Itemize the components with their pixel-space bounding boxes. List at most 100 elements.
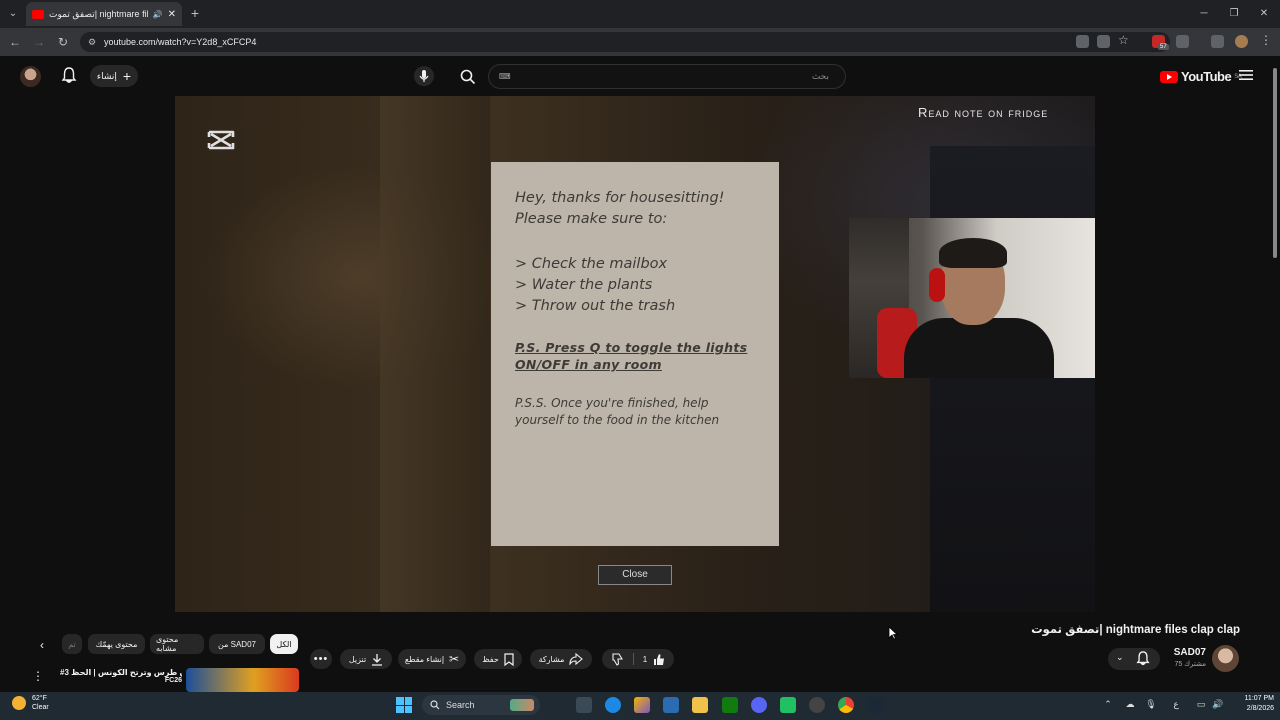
copilot-icon[interactable]: [634, 697, 650, 713]
xbox-icon[interactable]: [722, 697, 738, 713]
scrollbar-thumb[interactable]: [1273, 68, 1277, 258]
download-button[interactable]: تنزيل: [340, 649, 392, 669]
related-video-title[interactable]: #3 بدون طرس وترتح الكونس | الحظ FC26: [60, 668, 182, 684]
obs-icon[interactable]: [809, 697, 825, 713]
windows-start-icon[interactable]: [396, 697, 412, 713]
volume-icon[interactable]: 🔊: [1212, 698, 1224, 710]
reading-list-icon[interactable]: [1211, 35, 1224, 48]
note-greeting-line1: Hey, thanks for housesitting!: [515, 190, 725, 206]
taskbar-search-label: Search: [446, 700, 475, 710]
taskbar-search-box[interactable]: Search: [422, 695, 540, 715]
channel-avatar[interactable]: [1212, 645, 1239, 672]
note-ps-line2: ON/OFF in any room: [515, 357, 662, 372]
note-task: > Throw out the trash: [515, 298, 676, 314]
youtube-favicon-icon: [32, 9, 44, 19]
notifications-bell-icon[interactable]: [61, 67, 77, 84]
tray-chevron-up-icon[interactable]: ⌃: [1102, 698, 1114, 710]
create-button[interactable]: إنشاء +: [90, 65, 138, 87]
search-input[interactable]: ⌨ بحث: [488, 64, 846, 89]
account-avatar[interactable]: [20, 66, 41, 87]
profile-avatar-icon[interactable]: [1235, 35, 1248, 48]
minimize-icon[interactable]: ─: [1196, 6, 1212, 22]
create-label: إنشاء: [96, 70, 117, 81]
chip-all[interactable]: الكل: [270, 634, 298, 654]
search-placeholder: بحث: [811, 71, 829, 81]
task-view-icon[interactable]: [576, 697, 592, 713]
page-scrollbar[interactable]: [1270, 56, 1280, 692]
weather-widget[interactable]: 62°F Clear: [12, 694, 49, 712]
speaker-icon[interactable]: 🔊: [153, 10, 163, 19]
reload-icon[interactable]: ↻: [55, 34, 71, 50]
bookmark-icon: [504, 652, 514, 666]
url-text: youtube.com/watch?v=Y2d8_xCFCP4: [104, 37, 257, 47]
related-video-thumbnail[interactable]: [186, 668, 299, 692]
like-dislike-group: 1: [602, 649, 674, 669]
like-icon[interactable]: [652, 653, 665, 666]
bell-icon: [1136, 651, 1150, 666]
share-button[interactable]: مشاركة: [530, 649, 592, 669]
network-icon[interactable]: ▭: [1195, 698, 1207, 710]
share-icon: [569, 653, 584, 665]
chip-related[interactable]: محتوى مشابه: [150, 634, 204, 654]
note-ps-line1: P.S. Press Q to toggle the lights: [515, 340, 748, 355]
dislike-icon[interactable]: [611, 652, 624, 666]
subscription-bell-button[interactable]: ⌄: [1108, 648, 1160, 670]
maximize-icon[interactable]: ❐: [1226, 6, 1242, 22]
voice-search-mic-icon[interactable]: [414, 66, 434, 86]
store-icon[interactable]: [663, 697, 679, 713]
extensions-puzzle-icon[interactable]: [1176, 35, 1189, 48]
chips-prev-icon[interactable]: ‹: [40, 638, 44, 652]
site-info-icon[interactable]: ⚙: [88, 37, 96, 48]
back-arrow-icon[interactable]: ←: [7, 34, 23, 50]
cast-icon[interactable]: [1097, 35, 1110, 48]
onedrive-cloud-icon[interactable]: ☁: [1124, 698, 1136, 710]
fridge-note-panel: Hey, thanks for housesitting! Please mak…: [491, 162, 779, 546]
webcam-person-hair: [939, 238, 1007, 268]
youtube-play-icon: [1160, 70, 1178, 83]
steam-icon[interactable]: [868, 697, 884, 713]
chrome-icon[interactable]: [838, 697, 854, 713]
tab-search-button[interactable]: ⌄: [5, 6, 21, 22]
language-indicator[interactable]: ع: [1170, 698, 1182, 710]
tab-close-icon[interactable]: ✕: [168, 9, 176, 20]
browser-menu-icon[interactable]: ⋮: [1260, 33, 1272, 47]
whatsapp-icon[interactable]: [780, 697, 796, 713]
more-horizontal-icon: •••: [313, 653, 329, 665]
download-icon: [371, 653, 383, 666]
translate-icon[interactable]: [1076, 35, 1089, 48]
search-highlight-icon: [510, 699, 534, 711]
clip-button[interactable]: إنشاء مقطع ✂: [398, 649, 466, 669]
discord-icon[interactable]: [751, 697, 767, 713]
related-title-text: #3 بدون طرس وترتح الكونس | الحظ: [60, 668, 182, 677]
save-button[interactable]: حفظ: [474, 649, 522, 669]
share-label: مشاركة: [538, 654, 565, 664]
chip-watched[interactable]: تم: [62, 634, 82, 654]
youtube-logo[interactable]: YouTube SA: [1160, 69, 1242, 84]
new-tab-button[interactable]: +: [188, 6, 202, 20]
webcam-person-body: [904, 318, 1054, 378]
address-bar[interactable]: ⚙ youtube.com/watch?v=Y2d8_xCFCP4: [80, 32, 1170, 52]
game-wall: [380, 96, 490, 612]
file-explorer-icon[interactable]: [692, 697, 708, 713]
bookmark-star-icon[interactable]: ☆: [1118, 33, 1129, 47]
window-close-icon[interactable]: ✕: [1256, 6, 1272, 22]
more-actions-button[interactable]: •••: [310, 649, 332, 669]
streamer-webcam-overlay: [849, 218, 1095, 378]
tray-mic-icon[interactable]: 🎙: [1145, 698, 1157, 710]
note-close-button[interactable]: Close: [598, 565, 672, 585]
keyboard-icon[interactable]: ⌨: [499, 72, 511, 81]
search-icon[interactable]: [458, 67, 478, 87]
chip-from-channel[interactable]: من SAD07: [209, 634, 265, 654]
related-more-icon[interactable]: ⋮: [32, 669, 44, 683]
guide-menu-icon[interactable]: [1239, 68, 1253, 82]
forward-arrow-icon[interactable]: →: [31, 34, 47, 50]
chip-for-you[interactable]: محتوى يهمّك: [88, 634, 145, 654]
browser-tab[interactable]: تصفق تموت| nightmare files clap clap - Y…: [26, 2, 182, 26]
note-greeting-line2: Please make sure to:: [515, 211, 668, 227]
game-doorway: [930, 146, 1095, 612]
note-pss-line2: yourself to the food in the kitchen: [515, 413, 720, 427]
system-clock[interactable]: 11:07 PM 2/8/2026: [1230, 694, 1274, 714]
edge-browser-icon[interactable]: [605, 697, 621, 713]
chevron-down-icon: ⌄: [1116, 652, 1124, 662]
headset-icon: [929, 268, 945, 302]
